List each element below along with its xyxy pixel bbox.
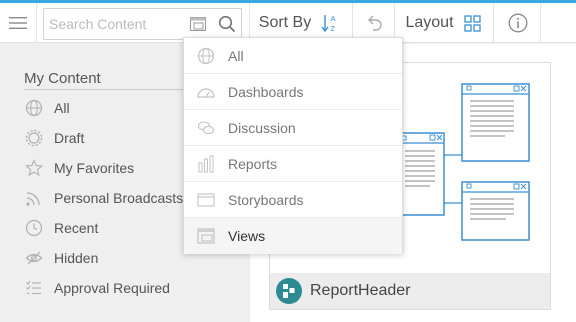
report-logo-icon [276, 278, 302, 304]
sidebar-item-label: Personal Broadcasts [54, 190, 184, 206]
filter-option-storyboards[interactable]: Storyboards [184, 182, 402, 218]
sidebar-item-recent[interactable]: Recent [24, 216, 98, 240]
toolbar-divider [36, 3, 37, 43]
svg-text:Z: Z [331, 24, 336, 33]
sidebar-item-personal-broadcasts[interactable]: Personal Broadcasts [24, 186, 183, 210]
content-filter-button[interactable] [184, 9, 212, 39]
filter-option-label: Reports [228, 155, 278, 172]
info-icon [508, 13, 528, 33]
draft-gear-icon [24, 128, 44, 148]
card-footer: ReportHeader [270, 273, 550, 309]
views-icon [184, 228, 228, 244]
content-type-filter-dropdown: All Dashboards Discussion Reports Storyb… [183, 37, 403, 254]
filter-option-label: All [228, 47, 244, 64]
hamburger-menu-button[interactable] [0, 3, 36, 43]
storyboard-icon [184, 192, 228, 207]
search-input[interactable] [44, 9, 184, 39]
svg-text:A: A [331, 14, 336, 23]
filter-option-all[interactable]: All [184, 38, 402, 74]
toolbar-divider [540, 3, 541, 43]
grid-layout-icon [463, 14, 481, 32]
sidebar-item-draft[interactable]: Draft [24, 126, 84, 150]
card-title: ReportHeader [310, 282, 411, 299]
sidebar-item-hidden[interactable]: Hidden [24, 246, 98, 270]
toolbar-divider [493, 3, 494, 43]
search-icon [218, 15, 235, 33]
globe-icon [24, 98, 44, 118]
filter-option-dashboards[interactable]: Dashboards [184, 74, 402, 110]
broadcast-icon [24, 188, 44, 208]
star-icon [24, 158, 44, 178]
hamburger-icon [9, 17, 27, 29]
sidebar-item-label: Recent [54, 220, 99, 236]
discussion-icon [184, 120, 228, 136]
sidebar-item-all[interactable]: All [24, 96, 70, 120]
layout-label: Layout [405, 14, 454, 31]
filter-option-reports[interactable]: Reports [184, 146, 402, 182]
views-icon [190, 17, 206, 31]
sidebar-item-my-favorites[interactable]: My Favorites [24, 156, 134, 180]
filter-option-label: Storyboards [228, 191, 304, 208]
filter-option-discussion[interactable]: Discussion [184, 110, 402, 146]
layout-button[interactable]: Layout [396, 3, 490, 43]
filter-option-label: Dashboards [228, 83, 304, 100]
globe-icon [184, 47, 228, 65]
sort-by-label: Sort By [258, 14, 312, 31]
info-button[interactable] [496, 3, 540, 43]
filter-option-label: Views [228, 228, 266, 244]
eye-off-icon [24, 248, 44, 268]
sidebar-item-label: All [54, 100, 70, 116]
bar-chart-icon [184, 155, 228, 173]
sidebar-item-label: My Favorites [54, 160, 135, 176]
undo-icon [368, 15, 382, 31]
checklist-icon [24, 278, 44, 298]
filter-option-label: Discussion [228, 119, 296, 136]
filter-option-views[interactable]: Views [184, 218, 402, 254]
sidebar-item-label: Approval Required [54, 280, 170, 296]
sidebar-item-label: Hidden [54, 250, 99, 266]
search-button[interactable] [212, 8, 242, 40]
clock-icon [24, 218, 44, 238]
sidebar-item-label: Draft [54, 130, 85, 146]
sidebar-item-approval-required[interactable]: Approval Required [24, 276, 170, 300]
search-box [43, 8, 213, 40]
dashboard-gauge-icon [184, 85, 228, 99]
sort-az-icon: A Z [321, 14, 336, 33]
